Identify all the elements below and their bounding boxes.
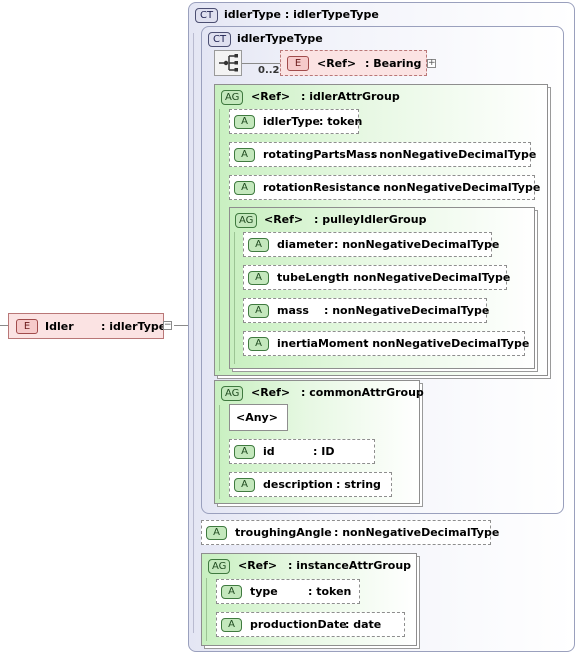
bearing-ref-label: <Ref> [317,57,357,70]
idler-attr-group-name: : idlerAttrGroup [301,90,400,103]
attribute-production-date[interactable]: A productionDate : date [216,612,405,637]
attribute-badge: A [248,337,269,351]
attribute-name: rotationResistance [263,181,381,194]
ag-badge: AG [208,559,231,574]
idler-attr-group-ref: <Ref> [251,90,291,103]
attribute-name: troughingAngle [235,526,332,539]
sequence-compositor[interactable] [214,50,242,76]
instance-attr-group-name: : instanceAttrGroup [288,559,412,572]
attribute-inertia-moment[interactable]: A inertiaMoment : nonNegativeDecimalType [243,331,529,356]
attribute-badge: A [234,478,255,492]
attribute-type: : nonNegativeDecimalType [345,271,511,284]
attribute-troughing-angle[interactable]: A troughingAngle : nonNegativeDecimalTyp… [201,520,499,545]
attribute-type: : nonNegativeDecimalType [371,148,537,161]
panel-spine [193,33,194,633]
ct-badge: CT [208,32,232,47]
attribute-name: idlerType [263,115,321,128]
attribute-tube-length[interactable]: A tubeLength : nonNegativeDecimalType [243,265,511,290]
common-attr-group-name: : commonAttrGroup [301,386,424,399]
ag-badge: AG [221,90,244,105]
attribute-type: : token [319,115,363,128]
group-spine [234,232,235,364]
attribute-name: description [263,478,333,491]
attribute-type: : nonNegativeDecimalType [334,526,500,539]
attribute-type: : ID [313,445,335,458]
element-badge: E [287,56,309,71]
group-spine [219,109,220,371]
bearing-ref-type: : Bearing [365,57,422,70]
idler-element-name: Idler [45,320,74,333]
attribute-type-value: : date [345,618,382,631]
idler-element-type: : idlerType [101,320,167,333]
attribute-badge: A [221,618,242,632]
attribute-name: rotatingPartsMass [263,148,378,161]
attribute-rotating-parts-mass[interactable]: A rotatingPartsMass : nonNegativeDecimal… [229,142,536,167]
attribute-name: tubeLength [277,271,349,284]
attribute-type[interactable]: A type : token [216,579,360,604]
ag-badge: AG [235,213,258,228]
attribute-badge: A [248,271,269,285]
root-connector-right [174,325,188,326]
attribute-badge: A [221,585,242,599]
attribute-badge: A [234,148,255,162]
element-badge: E [16,319,38,334]
attribute-name: mass [277,304,309,317]
attribute-name: type [250,585,278,598]
idler-element[interactable]: E Idler : idlerType [8,313,167,339]
expand-toggle[interactable]: + [427,59,436,68]
attribute-badge: A [248,304,269,318]
attribute-diameter[interactable]: A diameter : nonNegativeDecimalType [243,232,499,257]
attribute-name: inertiaMoment [277,337,369,350]
attribute-type-value: : token [308,585,352,598]
any-label: <Any> [236,411,278,424]
inner-type-name: idlerTypeType [237,32,323,45]
complex-type-name: idlerType [224,8,282,21]
bearing-ref-element[interactable]: E <Ref> : Bearing [280,50,427,76]
ct-badge: CT [195,8,219,23]
attribute-type: : nonNegativeDecimalType [375,181,541,194]
attribute-id[interactable]: A id : ID [229,439,375,464]
pulley-idler-group-ref: <Ref> [264,213,304,226]
attribute-badge: A [248,238,269,252]
instance-attr-group-ref: <Ref> [238,559,278,572]
group-spine [206,578,207,641]
common-attr-group-ref: <Ref> [251,386,291,399]
occurrence-label: 0..2 [258,65,280,76]
attribute-type: : string [336,478,381,491]
sequence-icon [219,54,238,72]
attribute-description[interactable]: A description : string [229,472,392,497]
pulley-idler-group-name: : pulleyIdlerGroup [314,213,427,226]
collapse-toggle[interactable]: − [163,321,172,330]
attribute-name: diameter [277,238,334,251]
sequence-connector [242,63,280,64]
root-connector-left [0,325,8,326]
attribute-badge: A [234,181,255,195]
attribute-badge: A [206,526,227,540]
attribute-name: id [263,445,275,458]
attribute-rotation-resistance[interactable]: A rotationResistance : nonNegativeDecima… [229,175,540,200]
complex-type-type: : idlerTypeType [284,8,379,21]
attribute-name: productionDate [250,618,347,631]
attribute-badge: A [234,445,255,459]
ag-badge: AG [221,386,244,401]
attribute-idler-type[interactable]: A idlerType : token [229,109,363,134]
any-attribute[interactable]: <Any> [229,404,288,431]
complex-type-title: idlerType : idlerTypeType [224,7,379,22]
attribute-mass[interactable]: A mass : nonNegativeDecimalType [243,298,490,323]
attribute-type: : nonNegativeDecimalType [364,337,530,350]
group-spine [219,405,220,499]
attribute-type: : nonNegativeDecimalType [334,238,500,251]
attribute-type: : nonNegativeDecimalType [324,304,490,317]
attribute-badge: A [234,115,255,129]
